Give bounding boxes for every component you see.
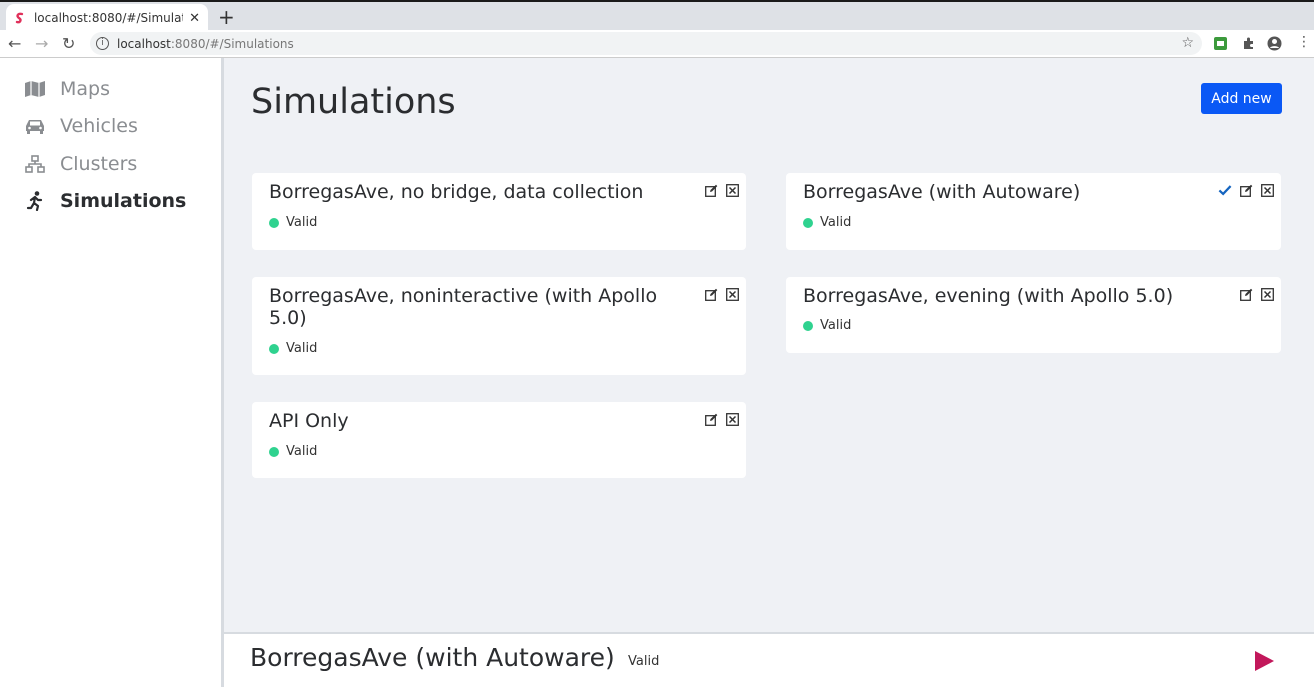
simulation-card[interactable]: BorregasAve, noninteractive (with Apollo… [252, 277, 746, 375]
status-text: Valid [286, 341, 318, 356]
extensions-puzzle-icon[interactable] [1241, 36, 1256, 51]
status-text: Valid [286, 444, 318, 459]
tab-close-icon[interactable]: ✕ [189, 11, 200, 26]
simulation-card-title: BorregasAve, evening (with Apollo 5.0) [803, 285, 1174, 307]
simulation-card-title: BorregasAve (with Autoware) [803, 181, 1081, 203]
sidebar-item-maps[interactable]: Maps [24, 78, 110, 100]
cluster-icon [24, 154, 46, 174]
sidebar-item-label: Simulations [60, 190, 187, 212]
add-new-button[interactable]: Add new [1201, 83, 1282, 114]
forward-arrow-icon[interactable]: → [35, 34, 48, 53]
status-badge: Valid [269, 444, 317, 459]
running-person-icon [24, 191, 46, 211]
delete-icon[interactable] [725, 287, 739, 301]
status-text: Valid [820, 215, 852, 230]
sidebar-item-simulations[interactable]: Simulations [24, 190, 186, 212]
sidebar-item-clusters[interactable]: Clusters [24, 153, 137, 175]
address-bar[interactable]: i localhost:8080/#/Simulations ☆ [90, 32, 1202, 55]
card-actions [704, 287, 739, 301]
valid-status-dot-icon [803, 320, 813, 331]
card-actions [1239, 287, 1274, 301]
reload-icon[interactable]: ↻ [62, 34, 75, 53]
simulation-card-title: BorregasAve, noninteractive (with Apollo… [269, 285, 658, 329]
delete-icon[interactable] [725, 183, 739, 197]
back-arrow-icon[interactable]: ← [8, 34, 21, 53]
selected-simulation-title: BorregasAve (with Autoware) [250, 643, 615, 672]
card-actions [1218, 183, 1274, 197]
app-favicon-icon [15, 12, 24, 24]
sidebar-item-vehicles[interactable]: Vehicles [24, 115, 138, 137]
valid-status-dot-icon [269, 343, 279, 354]
browser-menu-icon[interactable]: ⋮ [1297, 34, 1311, 50]
browser-tab[interactable]: localhost:8080/#/Simulati ✕ [6, 4, 208, 32]
sidebar-item-label: Clusters [60, 153, 138, 175]
simulation-card-title: BorregasAve, no bridge, data collection [269, 181, 644, 203]
site-info-icon[interactable]: i [96, 37, 109, 50]
delete-icon[interactable] [1260, 183, 1274, 197]
delete-icon[interactable] [1260, 287, 1274, 301]
valid-status-dot-icon [269, 446, 279, 457]
edit-icon[interactable] [704, 287, 718, 301]
play-icon[interactable] [1253, 650, 1275, 676]
bookmark-star-icon[interactable]: ☆ [1181, 35, 1194, 51]
simulation-card-title: API Only [269, 410, 349, 432]
edit-icon[interactable] [704, 183, 718, 197]
selected-simulation-bar: BorregasAve (with Autoware) Valid [224, 632, 1314, 687]
simulation-card-selected[interactable]: BorregasAve (with Autoware) Valid [786, 173, 1281, 250]
browser-tabstrip: localhost:8080/#/Simulati ✕ + [0, 0, 1314, 32]
status-badge: Valid [803, 215, 851, 230]
valid-status-dot-icon [269, 217, 279, 228]
edit-icon[interactable] [1239, 183, 1253, 197]
valid-status-dot-icon [803, 217, 813, 228]
profile-avatar-icon[interactable] [1267, 36, 1282, 51]
delete-icon[interactable] [725, 412, 739, 426]
status-text: Valid [820, 318, 852, 333]
card-actions [704, 183, 739, 197]
status-badge: Valid [269, 341, 317, 356]
sidebar: Maps Vehicles Clusters Simulations [0, 58, 224, 687]
simulation-card[interactable]: BorregasAve, evening (with Apollo 5.0) V… [786, 277, 1281, 353]
edit-icon[interactable] [704, 412, 718, 426]
page-title: Simulations [251, 82, 456, 122]
browser-toolbar: ← → ↻ i localhost:8080/#/Simulations ☆ ⋮ [0, 30, 1314, 58]
sidebar-item-label: Maps [60, 78, 110, 100]
car-icon [24, 116, 46, 136]
tab-title: localhost:8080/#/Simulati [33, 11, 184, 25]
card-actions [704, 412, 739, 426]
status-badge: Valid [803, 318, 851, 333]
sidebar-item-label: Vehicles [60, 115, 138, 137]
address-url: localhost:8080/#/Simulations [117, 36, 294, 51]
main-content: Simulations Add new BorregasAve, no brid… [224, 58, 1314, 687]
selected-simulation-status: Valid [628, 654, 660, 669]
extension-green-icon[interactable] [1213, 36, 1228, 51]
status-badge: Valid [269, 215, 317, 230]
simulation-card[interactable]: API Only Valid [252, 402, 746, 478]
status-text: Valid [286, 215, 318, 230]
new-tab-icon[interactable]: + [218, 5, 235, 29]
edit-icon[interactable] [1239, 287, 1253, 301]
selected-check-icon [1218, 183, 1232, 197]
map-icon [24, 79, 46, 99]
simulation-card[interactable]: BorregasAve, no bridge, data collection … [252, 173, 746, 250]
